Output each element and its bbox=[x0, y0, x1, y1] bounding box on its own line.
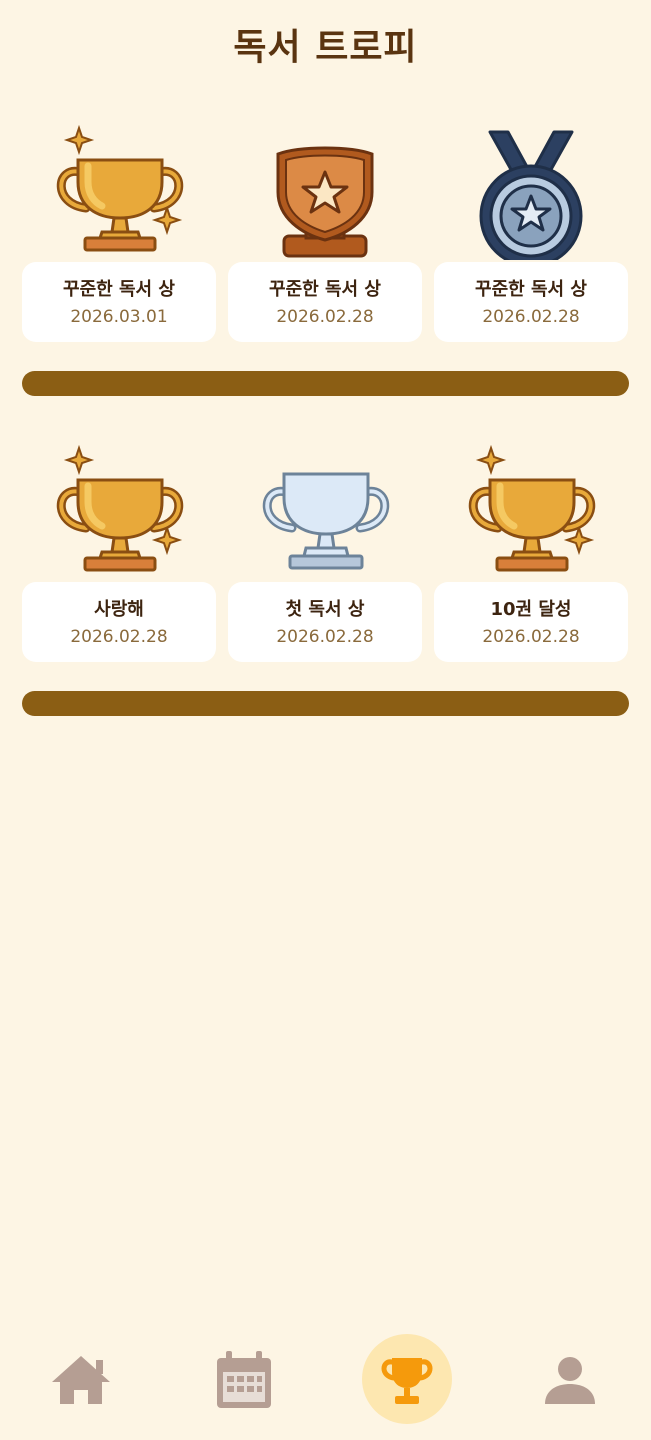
shelf bbox=[22, 371, 629, 396]
bottom-navigation bbox=[0, 1320, 651, 1440]
trophy-item[interactable]: 꾸준한 독서 상 2026.02.28 bbox=[228, 120, 422, 345]
trophy-icon bbox=[381, 1358, 433, 1404]
gold-trophy-icon bbox=[434, 440, 628, 580]
trophy-item[interactable]: 사랑해 2026.02.28 bbox=[22, 440, 216, 665]
trophy-item[interactable]: 꾸준한 독서 상 2026.03.01 bbox=[22, 120, 216, 345]
trophy-name: 10권 달성 bbox=[490, 599, 572, 620]
silver-medal-icon bbox=[434, 120, 628, 260]
trophy-name: 첫 독서 상 bbox=[285, 599, 365, 620]
trophy-date: 2026.03.01 bbox=[70, 307, 168, 327]
trophy-date: 2026.02.28 bbox=[276, 627, 374, 647]
gold-trophy-icon bbox=[22, 120, 216, 260]
calendar-icon bbox=[217, 1351, 271, 1408]
home-icon bbox=[52, 1356, 110, 1404]
trophy-date: 2026.02.28 bbox=[276, 307, 374, 327]
trophy-name: 꾸준한 독서 상 bbox=[475, 279, 587, 300]
bronze-shield-icon bbox=[228, 120, 422, 260]
profile-icon bbox=[545, 1357, 595, 1404]
trophy-card: 사랑해 2026.02.28 bbox=[22, 582, 216, 662]
trophy-shelf-row-1: 꾸준한 독서 상 2026.03.01 꾸준한 독서 상 2026.02.28 bbox=[0, 120, 651, 360]
trophy-date: 2026.02.28 bbox=[482, 307, 580, 327]
trophy-name: 꾸준한 독서 상 bbox=[63, 279, 175, 300]
trophy-card: 꾸준한 독서 상 2026.03.01 bbox=[22, 262, 216, 342]
trophy-card: 첫 독서 상 2026.02.28 bbox=[228, 582, 422, 662]
gold-trophy-icon bbox=[22, 440, 216, 580]
nav-trophy-button[interactable] bbox=[362, 1334, 452, 1424]
trophy-date: 2026.02.28 bbox=[482, 627, 580, 647]
trophy-shelf-row-2: 사랑해 2026.02.28 첫 독서 상 2026.02.28 10권 달성 … bbox=[0, 440, 651, 680]
trophy-item[interactable]: 첫 독서 상 2026.02.28 bbox=[228, 440, 422, 665]
trophy-name: 꾸준한 독서 상 bbox=[269, 279, 381, 300]
page-title: 독서 트로피 bbox=[233, 27, 418, 68]
silver-trophy-icon bbox=[228, 440, 422, 580]
shelf bbox=[22, 691, 629, 716]
nav-home-button[interactable] bbox=[36, 1334, 126, 1424]
trophy-item[interactable]: 꾸준한 독서 상 2026.02.28 bbox=[434, 120, 628, 345]
trophy-item[interactable]: 10권 달성 2026.02.28 bbox=[434, 440, 628, 665]
nav-profile-button[interactable] bbox=[525, 1334, 615, 1424]
trophy-card: 10권 달성 2026.02.28 bbox=[434, 582, 628, 662]
trophy-name: 사랑해 bbox=[94, 599, 144, 620]
nav-calendar-button[interactable] bbox=[199, 1334, 289, 1424]
trophy-card: 꾸준한 독서 상 2026.02.28 bbox=[228, 262, 422, 342]
trophy-card: 꾸준한 독서 상 2026.02.28 bbox=[434, 262, 628, 342]
trophy-date: 2026.02.28 bbox=[70, 627, 168, 647]
